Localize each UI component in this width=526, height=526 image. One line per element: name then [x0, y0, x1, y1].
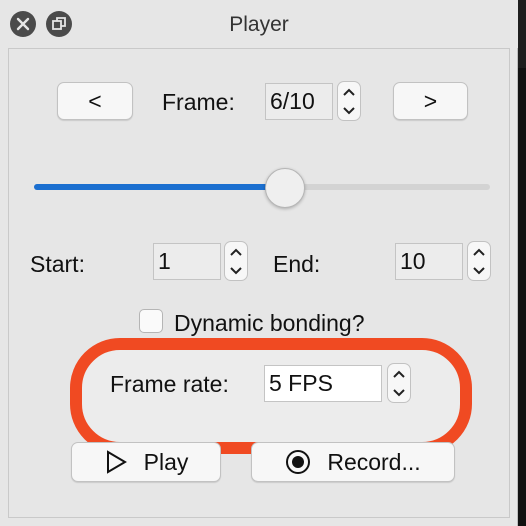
frame-slider[interactable] — [34, 168, 490, 208]
frame-field[interactable]: 6/10 — [265, 83, 333, 120]
end-field[interactable]: 10 — [395, 243, 463, 280]
background-window-edge — [518, 68, 526, 526]
chevron-down-icon — [230, 266, 242, 274]
dynamic-bonding-label: Dynamic bonding? — [174, 310, 365, 336]
chevron-up-icon — [393, 370, 405, 378]
chevron-up-icon — [473, 248, 485, 256]
record-icon — [286, 450, 311, 474]
frame-stepper[interactable] — [337, 81, 361, 121]
frame-slider-fill — [34, 184, 285, 190]
start-field[interactable]: 1 — [153, 243, 221, 280]
end-stepper-down[interactable] — [468, 261, 490, 280]
record-label: Record... — [327, 448, 421, 475]
record-button[interactable]: Record... — [251, 442, 455, 482]
end-stepper[interactable] — [467, 241, 491, 281]
start-label: Start: — [30, 251, 85, 277]
chevron-down-icon — [393, 388, 405, 396]
player-window: Player < Frame: 6/10 > Start: 1 End: 10 — [0, 0, 518, 526]
start-stepper-down[interactable] — [225, 261, 247, 280]
frame-stepper-up[interactable] — [338, 82, 360, 101]
start-stepper[interactable] — [224, 241, 248, 281]
frame-label: Frame: — [162, 89, 235, 115]
title-bar: Player — [0, 0, 518, 48]
play-label: Play — [143, 448, 189, 475]
frame-rate-stepper[interactable] — [387, 363, 411, 403]
frame-rate-stepper-down[interactable] — [388, 383, 410, 402]
chevron-up-icon — [343, 88, 355, 96]
next-frame-button[interactable]: > — [393, 82, 468, 120]
chevron-up-icon — [230, 248, 242, 256]
window-title: Player — [229, 13, 289, 36]
play-button[interactable]: Play — [71, 442, 221, 482]
frame-rate-stepper-up[interactable] — [388, 364, 410, 383]
frame-stepper-down[interactable] — [338, 101, 360, 120]
frame-rate-field[interactable]: 5 FPS — [264, 365, 382, 402]
chevron-down-icon — [473, 266, 485, 274]
chevron-down-icon — [343, 106, 355, 114]
dynamic-bonding-checkbox[interactable] — [139, 309, 163, 333]
start-stepper-up[interactable] — [225, 242, 247, 261]
play-icon — [106, 450, 127, 474]
end-stepper-up[interactable] — [468, 242, 490, 261]
frame-slider-knob[interactable] — [264, 168, 305, 208]
end-label: End: — [273, 251, 321, 277]
frame-rate-label: Frame rate: — [110, 371, 229, 397]
prev-frame-button[interactable]: < — [57, 82, 133, 120]
